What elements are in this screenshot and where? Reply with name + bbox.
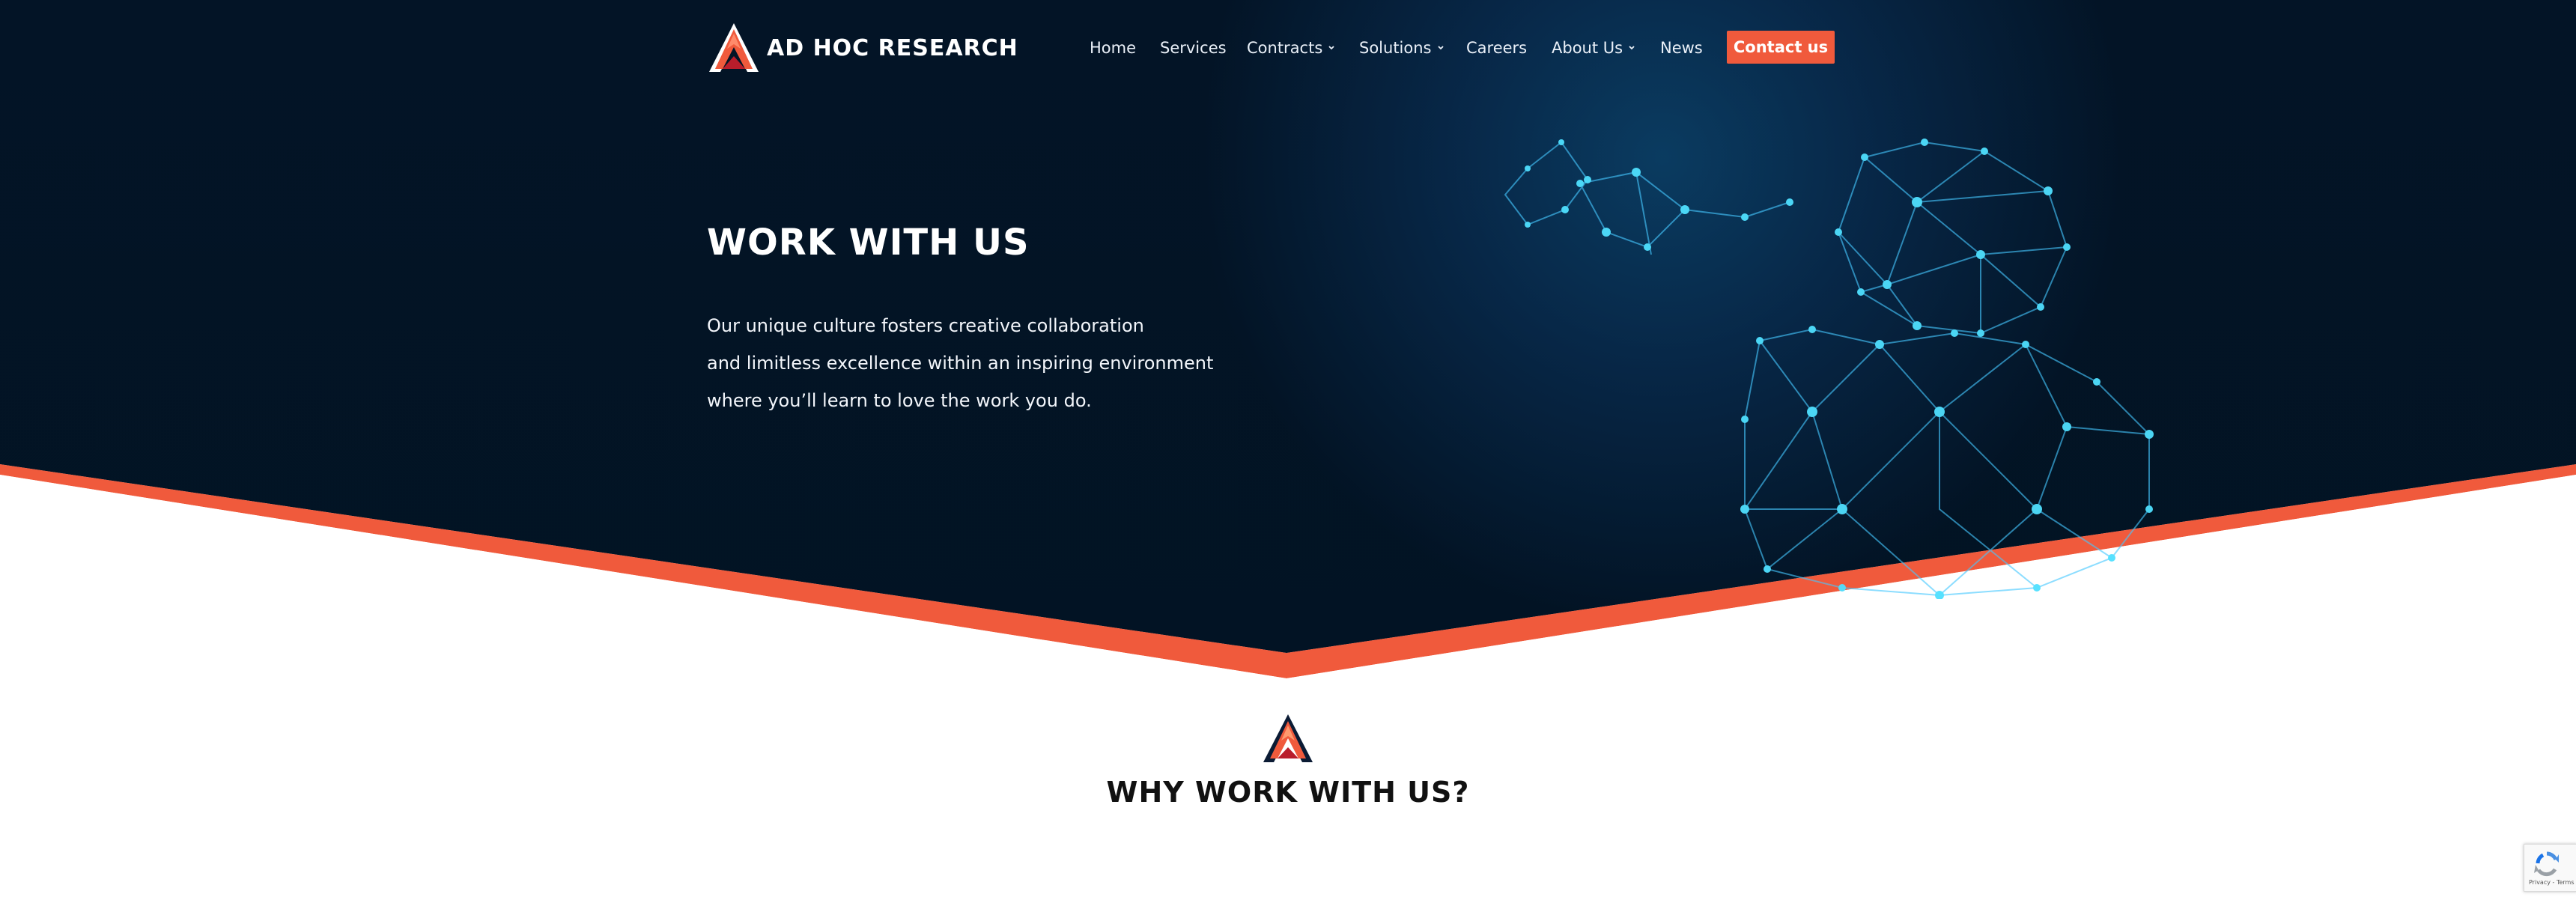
- nav-about-us[interactable]: About Us: [1552, 30, 1635, 66]
- arrow-a-logo-icon: [709, 23, 759, 72]
- chevron-down-icon: [1629, 46, 1635, 50]
- hero-line-3: where you’ll learn to love the work you …: [707, 390, 1092, 411]
- hero-title: WORK WITH US: [707, 222, 1030, 264]
- nav-contracts-label: Contracts: [1247, 39, 1323, 57]
- contact-us-button[interactable]: Contact us: [1727, 31, 1835, 64]
- why-work-section: WHY WORK WITH US?: [1093, 711, 1483, 809]
- chevron-down-icon: [1437, 46, 1444, 50]
- network-people-icon: [1504, 139, 2154, 599]
- nav-contracts[interactable]: Contracts: [1247, 30, 1335, 66]
- hero-line-2: and limitless excellence within an inspi…: [707, 353, 1214, 374]
- why-work-title: WHY WORK WITH US?: [1106, 776, 1470, 809]
- site-header: AD HOC RESEARCH Home Services Contracts …: [0, 0, 2576, 96]
- chevron-down-icon: [1328, 46, 1334, 50]
- recaptcha-badge[interactable]: Privacy - Terms: [2524, 844, 2576, 892]
- arrow-a-logo-icon: [1263, 714, 1313, 762]
- work-with-us-page: AD HOC RESEARCH Home Services Contracts …: [0, 0, 2576, 900]
- brand-name: AD HOC RESEARCH: [767, 34, 1018, 61]
- hero-description: Our unique culture fosters creative coll…: [707, 307, 1276, 419]
- nav-solutions-label: Solutions: [1359, 39, 1432, 57]
- brand-logo-link[interactable]: AD HOC RESEARCH: [707, 21, 1018, 75]
- nav-services[interactable]: Services: [1160, 30, 1227, 66]
- nav-home[interactable]: Home: [1090, 30, 1136, 66]
- recaptcha-icon: [2534, 851, 2559, 877]
- recaptcha-terms[interactable]: Privacy - Terms: [2529, 879, 2575, 886]
- nav-solutions[interactable]: Solutions: [1359, 30, 1445, 66]
- nav-about-us-label: About Us: [1552, 39, 1623, 57]
- nav-news[interactable]: News: [1660, 30, 1703, 66]
- nav-careers[interactable]: Careers: [1466, 30, 1527, 66]
- hero-line-1: Our unique culture fosters creative coll…: [707, 315, 1144, 336]
- hero-section: WORK WITH US Our unique culture fosters …: [707, 222, 1276, 419]
